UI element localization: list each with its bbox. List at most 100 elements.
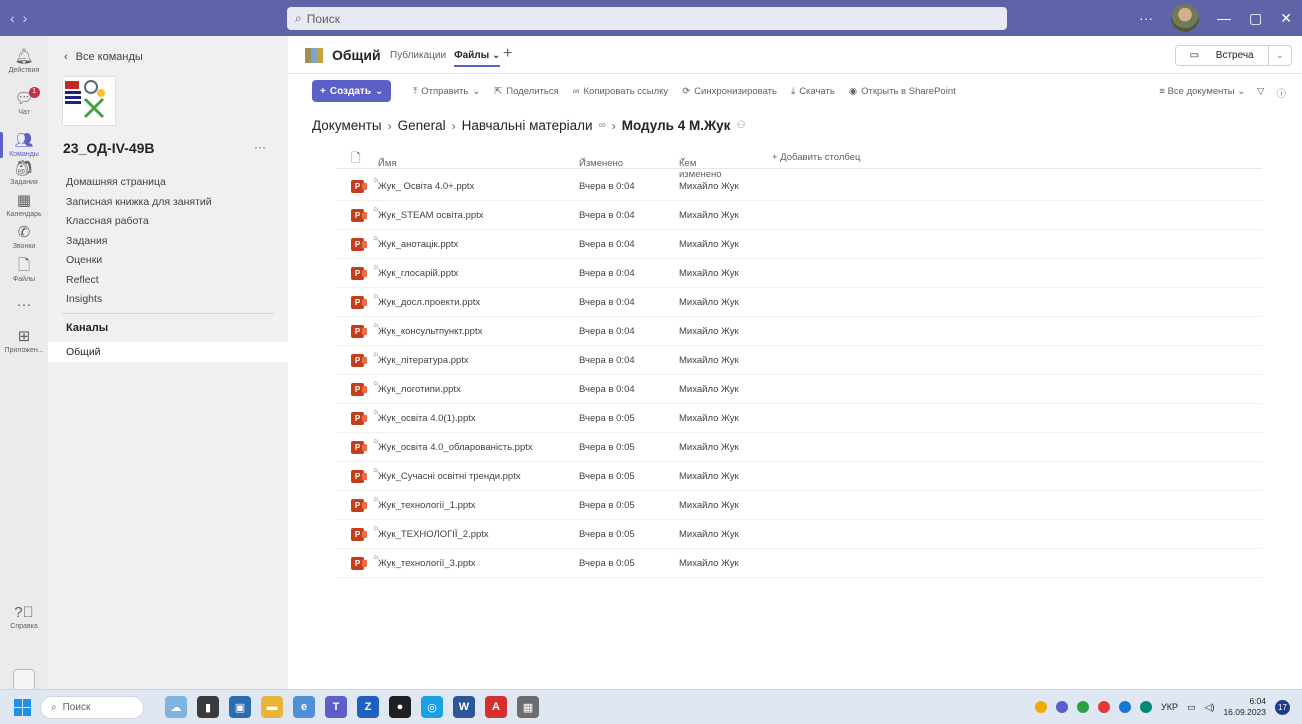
search-box[interactable]: ⌕ Поиск xyxy=(287,7,1007,30)
info-icon[interactable]: ⓘ xyxy=(1276,86,1286,100)
file-row[interactable]: P ☼ Жук_ТЕХНОЛОГІЇ_2.pptx Вчера в 0:05 Михай… xyxy=(336,520,1262,549)
volume-icon[interactable]: ◁) xyxy=(1205,702,1215,713)
share-button[interactable]: ⇱ Поделиться xyxy=(494,86,558,97)
rail-apps[interactable]: ⊞ Приложен... xyxy=(0,320,48,362)
chevron-down-icon[interactable]: ⌄ xyxy=(1267,46,1291,65)
team-more-icon[interactable]: ··· xyxy=(254,140,266,154)
column-modified-by[interactable]: Кем изменено ⌄ xyxy=(679,152,722,180)
taskbar-search[interactable]: ⌕ Поиск xyxy=(40,696,144,719)
device-icon[interactable] xyxy=(13,669,35,691)
breadcrumb-item[interactable]: General xyxy=(398,118,446,133)
acrobat-icon[interactable]: A xyxy=(485,696,507,718)
notification-badge[interactable]: 17 xyxy=(1275,699,1290,715)
create-button[interactable]: + Создать ⌄ xyxy=(312,80,392,102)
word-icon[interactable]: W xyxy=(453,696,475,718)
column-name[interactable]: Имя ⌄ xyxy=(378,152,397,169)
nav-grades[interactable]: Оценки xyxy=(66,251,212,271)
tray-app-icon[interactable] xyxy=(1140,701,1153,713)
file-name[interactable]: Жук_Сучасні освітні тренди.pptx xyxy=(378,471,521,482)
file-row[interactable]: P ☼ Жук_досл.проекти.pptx Вчера в 0:04 Михай… xyxy=(336,288,1262,317)
file-row[interactable]: P ☼ Жук_література.pptx Вчера в 0:04 Михайло… xyxy=(336,346,1262,375)
channel-general[interactable]: Общий xyxy=(48,342,288,362)
file-row[interactable]: P ☼ Жук_STEAM освіта.pptx Вчера в 0:04 Михай… xyxy=(336,201,1262,230)
tab-files[interactable]: Файлы ⌄ xyxy=(454,50,501,67)
clock[interactable]: 6:04 16.09.2023 xyxy=(1223,696,1266,718)
file-name[interactable]: Жук_технології_3.pptx xyxy=(378,558,476,569)
download-button[interactable]: ⤓ Скачать xyxy=(791,86,835,97)
rail-help[interactable]: ?⃝ Справка xyxy=(0,596,48,638)
obs-icon[interactable]: ● xyxy=(389,696,411,718)
breadcrumb-item[interactable]: Навчальні матеріали xyxy=(462,118,593,133)
nav-assignments[interactable]: Задания xyxy=(66,232,212,252)
file-name[interactable]: Жук_STEAM освіта.pptx xyxy=(378,210,484,221)
sync-button[interactable]: ⟳ Синхронизировать xyxy=(682,86,777,97)
language-indicator[interactable]: УКР xyxy=(1161,702,1178,712)
rail-chat[interactable]: 💬︎ 1 Чат xyxy=(0,82,48,124)
add-tab-icon[interactable]: + xyxy=(503,45,512,63)
back-arrow-icon[interactable]: ‹ xyxy=(10,10,15,26)
filter-icon[interactable]: ▽ xyxy=(1257,86,1264,100)
file-row[interactable]: P ☼ Жук_технології_3.pptx Вчера в 0:05 Михай… xyxy=(336,549,1262,578)
rail-activity[interactable]: 🔔︎ Действия xyxy=(0,40,48,82)
file-name[interactable]: Жук_література.pptx xyxy=(378,355,469,366)
file-row[interactable]: P ☼ Жук_освіта 4.0(1).pptx Вчера в 0:05 Миха… xyxy=(336,404,1262,433)
minimize-icon[interactable]: — xyxy=(1217,10,1231,26)
meet-button[interactable]: ▭ Встреча ⌄ xyxy=(1174,45,1292,66)
avatar[interactable] xyxy=(1171,4,1200,32)
file-name[interactable]: Жук_технології_1.pptx xyxy=(378,500,476,511)
file-name[interactable]: Жук_консультпункт.pptx xyxy=(378,326,482,337)
tray-teams-icon[interactable] xyxy=(1056,701,1069,713)
open-sharepoint-button[interactable]: ◉ Открыть в SharePoint xyxy=(849,86,956,97)
copy-link-button[interactable]: ∞ Копировать ссылку xyxy=(573,86,668,97)
powerpoint-icon: P xyxy=(351,470,367,483)
file-row[interactable]: P ☼ Жук_логотипи.pptx Вчера в 0:04 Михайло Ж… xyxy=(336,375,1262,404)
file-name[interactable]: Жук_досл.проекти.pptx xyxy=(378,297,480,308)
breadcrumb-item[interactable]: Документы xyxy=(312,118,382,133)
file-row[interactable]: P ☼ Жук_ Освіта 4.0+.pptx Вчера в 0:04 Михай… xyxy=(336,172,1262,201)
tab-posts[interactable]: Публикации xyxy=(390,50,446,67)
nav-insights[interactable]: Insights xyxy=(66,290,212,310)
send-button[interactable]: ⤒ Отправить ⌄ xyxy=(413,86,480,97)
all-teams-link[interactable]: ‹ Все команды xyxy=(64,51,143,63)
file-row[interactable]: P ☼ Жук_глосарій.pptx Вчера в 0:04 Михайло Ж… xyxy=(336,259,1262,288)
nav-reflect[interactable]: Reflect xyxy=(66,271,212,291)
more-icon: ··· xyxy=(16,296,32,313)
store-icon[interactable]: ▣ xyxy=(229,696,251,718)
file-explorer-icon[interactable]: ▬ xyxy=(261,696,283,718)
nav-classwork[interactable]: Классная работа xyxy=(66,212,212,232)
nav-home[interactable]: Домашняя страница xyxy=(66,173,212,193)
calculator-icon[interactable]: ▦ xyxy=(517,696,539,718)
file-name[interactable]: Жук_логотипи.pptx xyxy=(378,384,461,395)
network-icon[interactable]: ▭ xyxy=(1187,702,1196,713)
tray-app-icon[interactable] xyxy=(1119,701,1132,713)
teams-icon[interactable]: T xyxy=(325,696,347,718)
file-name[interactable]: Жук_глосарій.pptx xyxy=(378,268,458,279)
file-name[interactable]: Жук_освіта 4.0_обларованість.pptx xyxy=(378,442,533,453)
file-name[interactable]: Жук_ Освіта 4.0+.pptx xyxy=(378,181,474,192)
file-row[interactable]: P ☼ Жук_технології_1.pptx Вчера в 0:05 Михай… xyxy=(336,491,1262,520)
view-selector[interactable]: ≡ Все документы ⌄ xyxy=(1159,86,1245,100)
file-name[interactable]: Жук_анотацік.pptx xyxy=(378,239,458,250)
file-name[interactable]: Жук_освіта 4.0(1).pptx xyxy=(378,413,476,424)
windows-start-icon[interactable] xyxy=(14,699,31,716)
nav-class-notebook[interactable]: Записная книжка для занятий xyxy=(66,193,212,213)
more-options-icon[interactable]: ··· xyxy=(1139,10,1153,26)
maximize-icon[interactable]: ▢ xyxy=(1249,10,1262,27)
zoom-icon[interactable]: Z xyxy=(357,696,379,718)
close-icon[interactable]: ✕ xyxy=(1280,10,1292,27)
tray-app-icon[interactable] xyxy=(1098,701,1111,713)
column-modified[interactable]: Изменено ⌄ xyxy=(579,152,623,169)
file-row[interactable]: P ☼ Жук_консультпункт.pptx Вчера в 0:04 Миха… xyxy=(336,317,1262,346)
edge-icon[interactable]: e xyxy=(293,696,315,718)
add-column-button[interactable]: + Добавить столбец xyxy=(772,152,860,163)
tray-app-icon[interactable] xyxy=(1035,701,1048,713)
forward-arrow-icon[interactable]: › xyxy=(23,10,28,26)
tray-chrome-icon[interactable] xyxy=(1077,701,1090,713)
task-view-icon[interactable]: ▮ xyxy=(197,696,219,718)
widgets-icon[interactable]: ☁ xyxy=(165,696,187,718)
file-row[interactable]: P ☼ Жук_Сучасні освітні тренди.pptx Вчера в… xyxy=(336,462,1262,491)
file-row[interactable]: P ☼ Жук_освіта 4.0_обларованість.pptx Вчера… xyxy=(336,433,1262,462)
file-name[interactable]: Жук_ТЕХНОЛОГІЇ_2.pptx xyxy=(378,529,489,540)
chrome-icon[interactable]: ◎ xyxy=(421,696,443,718)
file-row[interactable]: P ☼ Жук_анотацік.pptx Вчера в 0:04 Михайло Ж… xyxy=(336,230,1262,259)
